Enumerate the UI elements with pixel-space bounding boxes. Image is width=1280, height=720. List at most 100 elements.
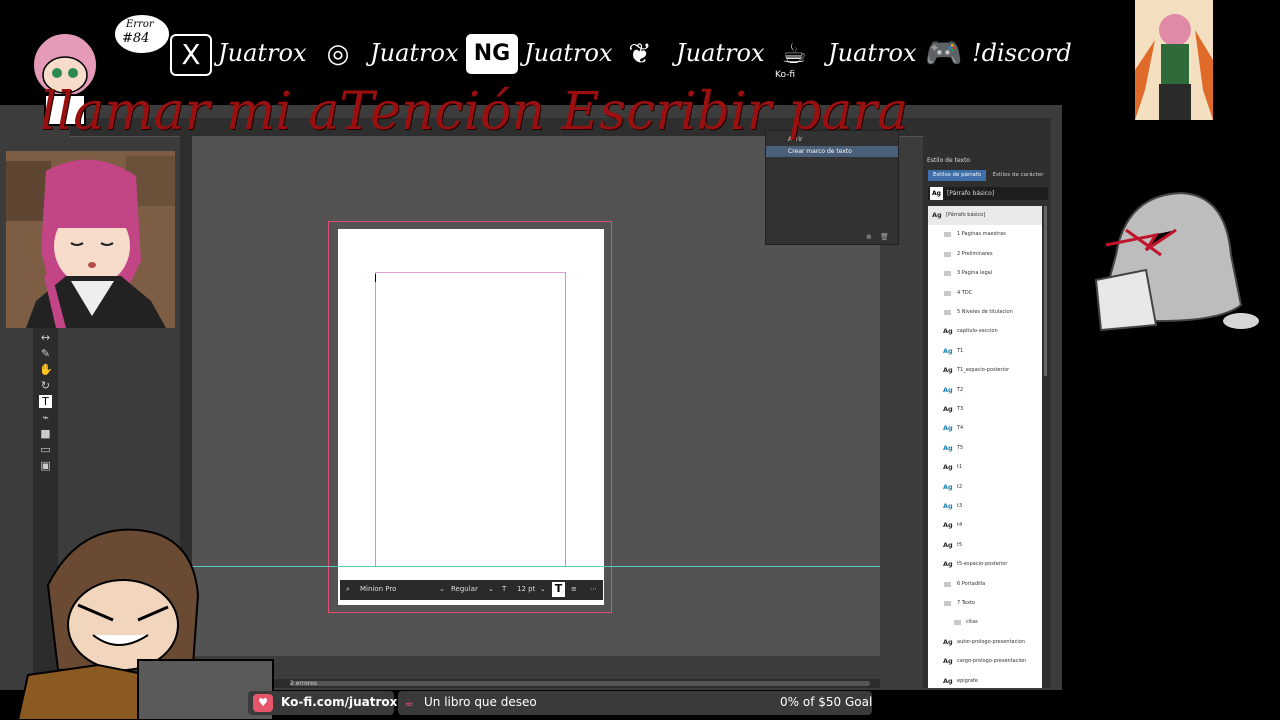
tab-character-styles[interactable]: Estilos de carácter bbox=[990, 170, 1046, 181]
style-item-label: t4 bbox=[957, 522, 963, 529]
style-item[interactable]: 2 Preliminares bbox=[928, 245, 1042, 264]
style-item-label: T3 bbox=[957, 406, 964, 412]
hand-tool-icon[interactable]: ✋ bbox=[39, 363, 53, 376]
style-item-label: T4 bbox=[957, 425, 964, 432]
styles-list: Ag [Párrafo básico] 1 Paginas maestras 2 Pr… bbox=[928, 206, 1042, 688]
style-item-label: t2 bbox=[957, 483, 963, 490]
type-tool-icon[interactable]: T bbox=[39, 395, 52, 408]
bluesky-icon[interactable]: ❦ bbox=[620, 34, 660, 74]
style-item[interactable]: Ag T5 bbox=[928, 439, 1042, 458]
newgrounds-icon[interactable]: NG bbox=[466, 34, 518, 74]
style-item-label: 7 Texto bbox=[957, 600, 975, 606]
font-size-field[interactable]: 12 pt bbox=[517, 585, 535, 593]
ruler-guide[interactable] bbox=[192, 566, 880, 567]
social-handle-instagram: Juatrox bbox=[370, 39, 459, 67]
folder-icon bbox=[944, 290, 951, 296]
error-badge-line1: Error bbox=[125, 19, 155, 30]
style-item-label: 4 TDC bbox=[957, 289, 973, 296]
panel-scrollbar[interactable] bbox=[1044, 206, 1047, 376]
screen-mode-icon[interactable]: ▣ bbox=[39, 459, 52, 472]
folder-icon bbox=[944, 271, 951, 277]
text-cursor bbox=[375, 274, 376, 282]
delete-icon[interactable]: 🗑 bbox=[880, 233, 889, 241]
style-item[interactable]: 6 Portadilla bbox=[928, 575, 1042, 594]
style-item-label: T1 bbox=[957, 347, 964, 354]
search-icon: ⌕ bbox=[346, 585, 350, 593]
font-size-icon: ꓔ bbox=[502, 585, 507, 593]
style-item[interactable]: Ag t5 bbox=[928, 536, 1042, 555]
chevron-down-icon[interactable]: ⌄ bbox=[488, 585, 494, 593]
style-item[interactable]: Ag T2 bbox=[928, 381, 1042, 400]
new-style-icon[interactable]: ⊕ bbox=[866, 233, 872, 241]
eyedropper-icon[interactable]: ⌁ bbox=[39, 411, 52, 424]
style-item[interactable]: 1 Paginas maestras bbox=[928, 225, 1042, 244]
social-handle-x: Juatrox bbox=[218, 39, 307, 67]
menu-item-create-text-frame[interactable]: Crear marco de texto bbox=[766, 146, 898, 157]
kofi-url[interactable]: Ko-fi.com/juatrox bbox=[281, 695, 397, 709]
style-item-label: 5 Niveles de titulacion bbox=[957, 309, 1013, 315]
style-item-label: capitulo-seccion bbox=[957, 328, 998, 335]
style-item[interactable]: Ag t1 bbox=[928, 458, 1042, 477]
gamepad-icon[interactable]: 🎮 bbox=[916, 34, 972, 74]
fill-stroke-icon[interactable]: ■ bbox=[39, 427, 52, 440]
style-select-value: [Párrafo básico] bbox=[946, 190, 995, 197]
style-item[interactable]: 5 Niveles de titulacion bbox=[928, 303, 1042, 322]
style-item[interactable]: Ag T1 bbox=[928, 342, 1042, 361]
paragraph-style-icon: Ag bbox=[943, 540, 953, 549]
style-item[interactable]: 3 Pagina legal bbox=[928, 264, 1042, 283]
folder-icon bbox=[944, 310, 951, 315]
pen-tool-icon[interactable]: ✎ bbox=[39, 347, 52, 360]
style-select[interactable]: Ag [Párrafo básico] bbox=[928, 187, 1048, 200]
style-item[interactable]: Ag [Párrafo básico] bbox=[928, 206, 1042, 225]
style-item[interactable]: Ag epigrafe bbox=[928, 672, 1042, 691]
style-item-label: T2 bbox=[957, 386, 964, 393]
chevron-down-icon[interactable]: ⌄ bbox=[540, 585, 546, 593]
style-item-label: cargo-prologo-presentacion bbox=[957, 658, 1027, 665]
rectangle-frame-icon[interactable]: ▭ bbox=[39, 443, 52, 456]
gap-tool-icon[interactable]: ↔ bbox=[39, 331, 52, 344]
font-family-dropdown[interactable]: Minion Pro bbox=[360, 585, 396, 593]
style-item[interactable]: 4 TDC bbox=[928, 284, 1042, 303]
folder-icon bbox=[944, 232, 951, 238]
chevron-down-icon[interactable]: ⌄ bbox=[439, 585, 445, 593]
scrolling-ticker: llamar mi aTención Escribir para bbox=[40, 82, 909, 142]
style-item-label: epigrafe bbox=[957, 677, 978, 684]
paragraph-style-icon: Ag bbox=[943, 637, 953, 646]
scrollbar-thumb[interactable] bbox=[290, 681, 870, 686]
kofi-icon[interactable]: ☕ bbox=[774, 34, 814, 74]
tab-paragraph-styles[interactable]: Estilos de párrafo bbox=[928, 170, 986, 181]
style-item-label: t1 bbox=[957, 464, 963, 471]
rotate-tool-icon[interactable]: ↻ bbox=[39, 379, 52, 392]
preflight-status[interactable]: 2 errores bbox=[290, 680, 317, 687]
style-item[interactable]: Ag capitulo-seccion bbox=[928, 322, 1042, 341]
style-item[interactable]: Ag T4 bbox=[928, 419, 1042, 438]
style-item[interactable]: Ag T1_espacio-posterior bbox=[928, 361, 1042, 380]
kofi-cup-icon: ☕ bbox=[404, 696, 414, 709]
style-item[interactable]: Ag t2 bbox=[928, 478, 1042, 497]
style-item-label: t5-espacio-posterior bbox=[957, 561, 1008, 568]
style-item[interactable]: Ag T3 bbox=[928, 400, 1042, 419]
style-item[interactable]: Ag t5-espacio-posterior bbox=[928, 555, 1042, 574]
paragraph-align-icon[interactable]: ≡ bbox=[571, 585, 577, 593]
character-format-button[interactable]: T bbox=[552, 582, 565, 597]
style-item-label: t5 bbox=[957, 541, 963, 548]
margin-guides bbox=[375, 272, 566, 567]
more-options-icon[interactable]: ⋯ bbox=[590, 585, 597, 593]
style-item[interactable]: Ag t3 bbox=[928, 497, 1042, 516]
style-item[interactable]: 7 Texto bbox=[928, 594, 1042, 613]
panel-title: Estilo de texto bbox=[927, 157, 971, 164]
style-item[interactable]: Ag autor-prologo-presentacion bbox=[928, 633, 1042, 652]
kofi-cup-icon: ♥ bbox=[253, 694, 273, 712]
contextual-task-bar: ⌕ Minion Pro ⌄ Regular ⌄ ꓔ 12 pt ⌄ T ≡ ⋯ bbox=[340, 580, 603, 600]
style-item[interactable]: citas bbox=[928, 613, 1042, 632]
font-style-dropdown[interactable]: Regular bbox=[451, 585, 478, 593]
style-item[interactable]: Ag t4 bbox=[928, 516, 1042, 535]
paragraph-style-icon: Ag bbox=[943, 405, 953, 413]
style-item-label: citas bbox=[966, 619, 978, 626]
style-item[interactable]: Ag cargo-prologo-presentacion bbox=[928, 652, 1042, 671]
context-menu: Abrir Crear marco de texto ⊕ 🗑 bbox=[765, 130, 899, 245]
paragraph-style-icon: Ag bbox=[943, 424, 953, 433]
robot-sketch bbox=[1094, 191, 1259, 332]
x-icon[interactable]: X bbox=[170, 34, 212, 76]
instagram-icon[interactable]: ◎ bbox=[318, 34, 358, 74]
